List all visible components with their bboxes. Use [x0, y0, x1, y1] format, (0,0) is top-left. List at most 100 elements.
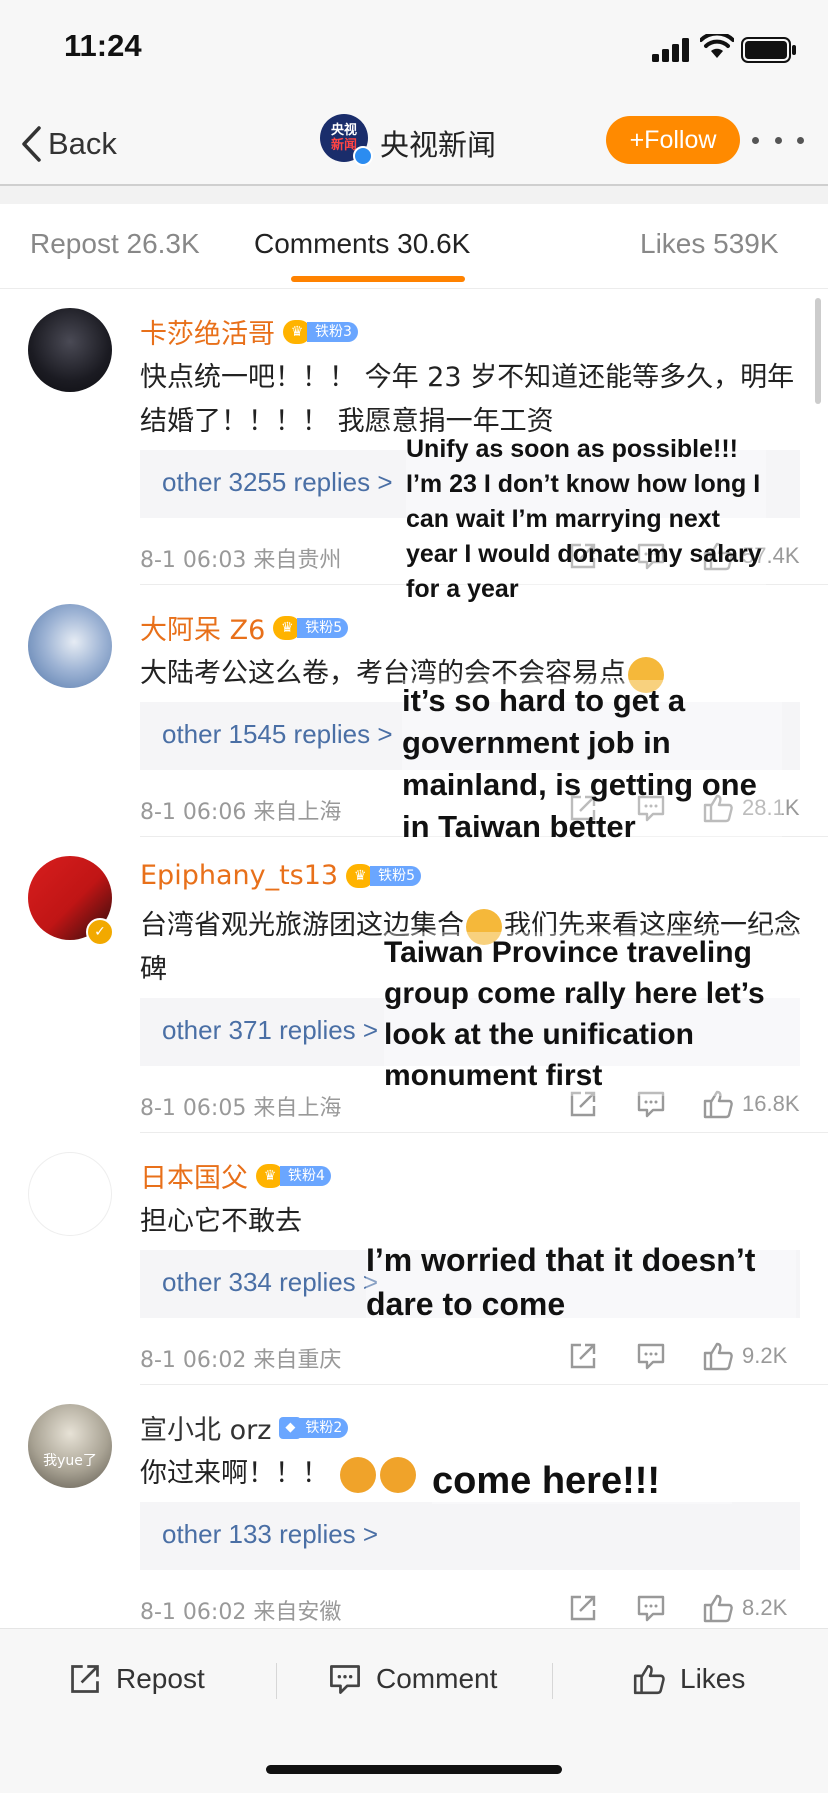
- wifi-icon: [700, 34, 734, 58]
- comment-time-location: 8-1 06:03 来自贵州: [140, 548, 342, 573]
- fan-badge-label: 铁粉5: [370, 865, 422, 886]
- angry-face-emoji-icon: [339, 1456, 376, 1493]
- cellular-signal-icon: [652, 38, 689, 62]
- verified-badge-icon: [353, 146, 373, 166]
- share-icon: [570, 1595, 596, 1621]
- comment-divider: [140, 1132, 828, 1133]
- user-avatar[interactable]: 我yue了: [28, 1404, 112, 1488]
- navigation-bar: Back 央视 新闻 央视新闻 +Follow: [0, 100, 828, 186]
- fan-badge: ◆ 铁粉2: [279, 1416, 349, 1440]
- verified-user-badge-icon: ✓: [86, 918, 114, 946]
- back-label: Back: [48, 126, 117, 161]
- view-replies-link[interactable]: other 371 replies >: [162, 1015, 378, 1046]
- view-replies-link[interactable]: other 3255 replies >: [162, 467, 393, 498]
- share-button[interactable]: [568, 1590, 598, 1626]
- fan-badge-label: 铁粉2: [297, 1417, 349, 1438]
- angry-face-emoji-icon: [379, 1456, 416, 1493]
- repost-button[interactable]: Repost: [68, 1657, 205, 1701]
- thumbs-up-icon: [633, 1664, 665, 1695]
- thumbs-up-icon: [703, 1594, 733, 1623]
- status-time: 11:24: [64, 28, 142, 63]
- comment-label: Comment: [376, 1663, 498, 1694]
- fan-badge-label: 铁粉3: [307, 321, 358, 342]
- share-icon: [570, 1343, 596, 1369]
- view-replies-link[interactable]: other 334 replies >: [162, 1267, 378, 1298]
- username-row: 日本国父 ♛ 铁粉4: [140, 1156, 331, 1195]
- account-name[interactable]: 央视新闻: [380, 122, 496, 164]
- username-row: Epiphany_ts13 ♛ 铁粉5: [140, 860, 422, 891]
- active-tab-indicator: [291, 276, 465, 282]
- likes-button[interactable]: Likes: [632, 1657, 745, 1701]
- bottom-divider: [552, 1663, 553, 1699]
- tab-comments[interactable]: Comments 30.6K: [254, 228, 470, 260]
- username-row: 大阿呆 Z6 ♛ 铁粉5: [140, 608, 349, 647]
- like-button[interactable]: 9.2K: [702, 1338, 787, 1374]
- user-avatar[interactable]: [28, 604, 112, 688]
- thumbs-up-icon: [703, 1342, 733, 1371]
- fan-badge: ♛ 铁粉5: [273, 615, 349, 640]
- comment-time-location: 8-1 06:05 来自上海: [140, 1096, 342, 1121]
- likes-label: Likes: [680, 1663, 746, 1694]
- fan-badge: ♛ 铁粉4: [256, 1163, 331, 1188]
- fan-badge: ♛ 铁粉3: [283, 319, 358, 344]
- bottom-divider: [276, 1663, 277, 1699]
- repost-icon: [71, 1665, 99, 1693]
- comment-list: 卡莎绝活哥 ♛ 铁粉3 快点统一吧！！！ 今年 23 岁不知道还能等多久，明年结…: [0, 288, 828, 1628]
- username[interactable]: Epiphany_ts13: [140, 860, 338, 891]
- username[interactable]: 宣小北 orz: [140, 1408, 271, 1447]
- user-avatar[interactable]: [28, 308, 112, 392]
- comment-time-location: 8-1 06:02 来自重庆: [140, 1348, 342, 1373]
- user-avatar[interactable]: [28, 1152, 112, 1236]
- battery-icon: [741, 37, 796, 63]
- username[interactable]: 大阿呆 Z6: [140, 608, 265, 647]
- overlay-caption: Taiwan Province traveling group come ral…: [384, 932, 804, 1096]
- like-button[interactable]: 8.2K: [702, 1590, 787, 1626]
- scrollbar[interactable]: [815, 298, 821, 404]
- comment-text-body: 你过来啊！！！: [140, 1458, 329, 1489]
- comment-icon: [330, 1665, 360, 1694]
- fan-badge-label: 铁粉5: [297, 617, 349, 638]
- comment-icon: [637, 1343, 665, 1370]
- follow-button[interactable]: +Follow: [606, 116, 740, 164]
- overlay-caption: come here!!!: [432, 1458, 732, 1504]
- avatar-caption: 我yue了: [43, 1453, 97, 1469]
- username[interactable]: 卡莎绝活哥: [140, 312, 275, 351]
- comment-meta: 8-1 06:02 来自重庆 9.2K: [140, 1338, 800, 1374]
- tab-likes[interactable]: Likes 539K: [640, 228, 779, 260]
- like-count: 9.2K: [742, 1343, 788, 1368]
- comment-divider: [140, 1384, 828, 1385]
- overlay-caption: it’s so hard to get a government job in …: [402, 680, 782, 848]
- home-indicator[interactable]: [266, 1765, 562, 1774]
- overlay-caption: I’m worried that it doesn’t dare to come: [366, 1238, 796, 1326]
- comment-text: 快点统一吧！！！ 今年 23 岁不知道还能等多久，明年结婚了！！！！ 我愿意捐一…: [140, 362, 795, 437]
- replies-box: other 133 replies >: [140, 1502, 800, 1570]
- comment-time-location: 8-1 06:02 来自安徽: [140, 1600, 342, 1625]
- view-replies-link[interactable]: other 133 replies >: [162, 1519, 378, 1550]
- section-gap: [0, 186, 828, 204]
- back-button[interactable]: Back: [20, 122, 117, 166]
- username-row: 宣小北 orz ◆ 铁粉2: [140, 1408, 349, 1447]
- comment-meta: 8-1 06:02 来自安徽 8.2K: [140, 1590, 800, 1626]
- reply-button[interactable]: [636, 1338, 666, 1374]
- reply-button[interactable]: [636, 1590, 666, 1626]
- more-options-button[interactable]: [752, 122, 804, 158]
- comment-icon: [637, 1595, 665, 1622]
- more-dot-icon: [752, 136, 759, 144]
- tab-repost[interactable]: Repost 26.3K: [30, 228, 200, 260]
- comment-button[interactable]: Comment: [328, 1657, 497, 1701]
- avatar-text-top: 央视: [330, 123, 357, 138]
- chevron-left-icon: [22, 126, 41, 162]
- username[interactable]: 日本国父: [140, 1156, 248, 1195]
- more-dot-icon: [774, 136, 782, 144]
- fan-badge: ♛ 铁粉5: [346, 863, 422, 888]
- tabs-bar: Repost 26.3K Comments 30.6K Likes 539K: [0, 204, 828, 289]
- share-button[interactable]: [568, 1338, 598, 1374]
- fan-badge-label: 铁粉4: [280, 1165, 331, 1186]
- overlay-caption: Unify as soon as possible!!! I’m 23 I do…: [406, 432, 766, 607]
- more-dot-icon: [797, 136, 804, 144]
- comment-time-location: 8-1 06:06 来自上海: [140, 800, 342, 825]
- view-replies-link[interactable]: other 1545 replies >: [162, 719, 393, 750]
- status-bar: 11:24: [0, 0, 828, 100]
- like-count: 8.2K: [742, 1595, 788, 1620]
- username-row: 卡莎绝活哥 ♛ 铁粉3: [140, 312, 358, 351]
